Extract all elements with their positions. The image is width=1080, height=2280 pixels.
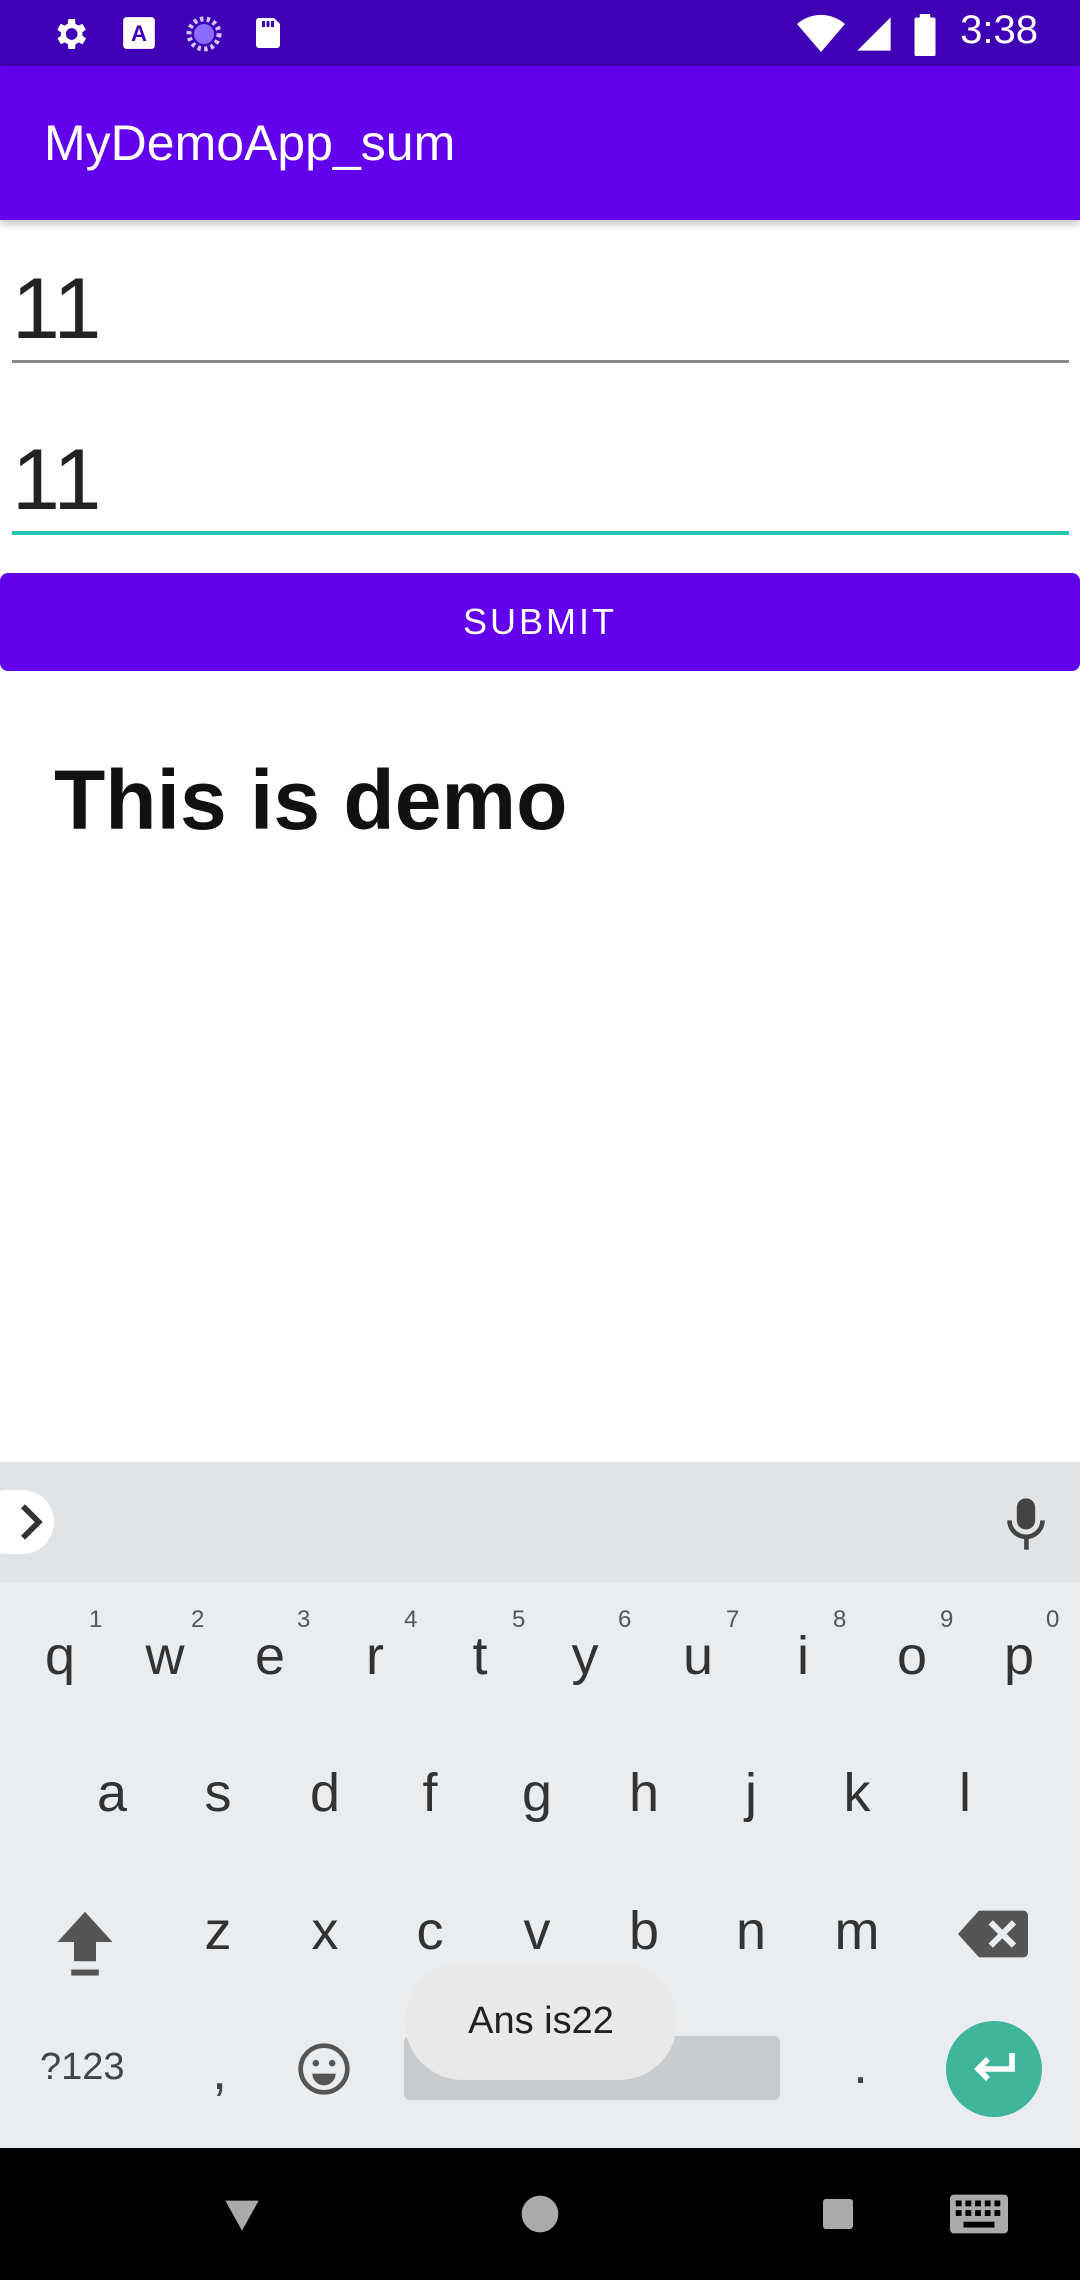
key-j[interactable]: j	[701, 1762, 801, 1824]
key-hint-3: 3	[297, 1606, 311, 1633]
status-bar: A 3:38	[0, 0, 1080, 66]
key-hint-0: 0	[1046, 1606, 1060, 1633]
settings-icon	[57, 19, 86, 49]
app-title: MyDemoApp_sum	[44, 115, 456, 171]
back-icon[interactable]	[222, 2194, 262, 2234]
key-e[interactable]: e	[220, 1625, 320, 1687]
app-bar: MyDemoApp_sum	[0, 66, 1080, 220]
key-hint-5: 5	[512, 1606, 526, 1633]
key-q[interactable]: q	[10, 1625, 110, 1687]
key-hint-6: 6	[618, 1606, 632, 1633]
backspace-icon[interactable]	[958, 1906, 1028, 1962]
period-key[interactable]: .	[853, 2034, 868, 2096]
key-hint-8: 8	[833, 1606, 847, 1633]
key-r[interactable]: r	[325, 1625, 425, 1687]
key-p[interactable]: p	[969, 1625, 1069, 1687]
number-input-1[interactable]: 11	[12, 250, 1069, 363]
key-y[interactable]: y	[535, 1625, 635, 1687]
number-input-2-value: 11	[12, 432, 102, 528]
submit-button[interactable]: SUBMIT	[0, 573, 1080, 671]
key-k[interactable]: k	[807, 1762, 907, 1824]
key-m[interactable]: m	[807, 1900, 907, 1962]
text-a-icon: A	[123, 17, 155, 49]
key-g[interactable]: g	[487, 1762, 587, 1824]
key-h[interactable]: h	[594, 1762, 694, 1824]
demo-text: This is demo	[54, 753, 568, 847]
key-l[interactable]: l	[915, 1762, 1015, 1824]
key-b[interactable]: b	[594, 1900, 694, 1962]
navigation-bar	[0, 2148, 1080, 2280]
key-w[interactable]: w	[115, 1625, 215, 1687]
keyboard-toolbar	[0, 1462, 1080, 1582]
key-s[interactable]: s	[168, 1762, 268, 1824]
key-t[interactable]: t	[430, 1625, 530, 1687]
comma-key[interactable]: ,	[212, 2040, 227, 2102]
key-hint-7: 7	[726, 1606, 740, 1633]
clock: 3:38	[960, 8, 1038, 52]
key-hint-1: 1	[89, 1606, 103, 1633]
key-c[interactable]: c	[380, 1900, 480, 1962]
key-x[interactable]: x	[275, 1900, 375, 1962]
key-i[interactable]: i	[753, 1625, 853, 1687]
toast-message: Ans is22	[405, 1962, 677, 2080]
keyboard-icon[interactable]	[950, 2194, 1008, 2234]
enter-button[interactable]	[946, 2021, 1042, 2117]
key-z[interactable]: z	[168, 1900, 268, 1962]
battery-icon	[914, 14, 936, 56]
emoji-icon[interactable]	[296, 2041, 352, 2097]
symbols-key[interactable]: ?123	[40, 2046, 125, 2089]
key-n[interactable]: n	[701, 1900, 801, 1962]
key-f[interactable]: f	[380, 1762, 480, 1824]
number-input-1-value: 11	[12, 261, 102, 357]
enter-arrow-icon	[974, 2053, 1015, 2081]
chevron-right-icon	[21, 1504, 43, 1540]
svg-text:A: A	[131, 21, 147, 46]
home-icon[interactable]	[520, 2194, 560, 2234]
key-hint-2: 2	[191, 1606, 205, 1633]
key-a[interactable]: a	[62, 1762, 162, 1824]
key-hint-4: 4	[404, 1606, 418, 1633]
signal-icon	[857, 17, 891, 51]
key-d[interactable]: d	[275, 1762, 375, 1824]
key-o[interactable]: o	[862, 1625, 962, 1687]
key-v[interactable]: v	[487, 1900, 587, 1962]
key-u[interactable]: u	[648, 1625, 748, 1687]
microphone-icon[interactable]	[1004, 1496, 1048, 1552]
spinner-icon	[186, 16, 222, 52]
sd-card-icon	[256, 18, 280, 48]
recents-icon[interactable]	[820, 2196, 856, 2232]
key-hint-9: 9	[940, 1606, 954, 1633]
wifi-icon	[797, 14, 845, 53]
shift-icon[interactable]	[52, 1906, 118, 1978]
number-input-2[interactable]: 11	[12, 421, 1069, 535]
